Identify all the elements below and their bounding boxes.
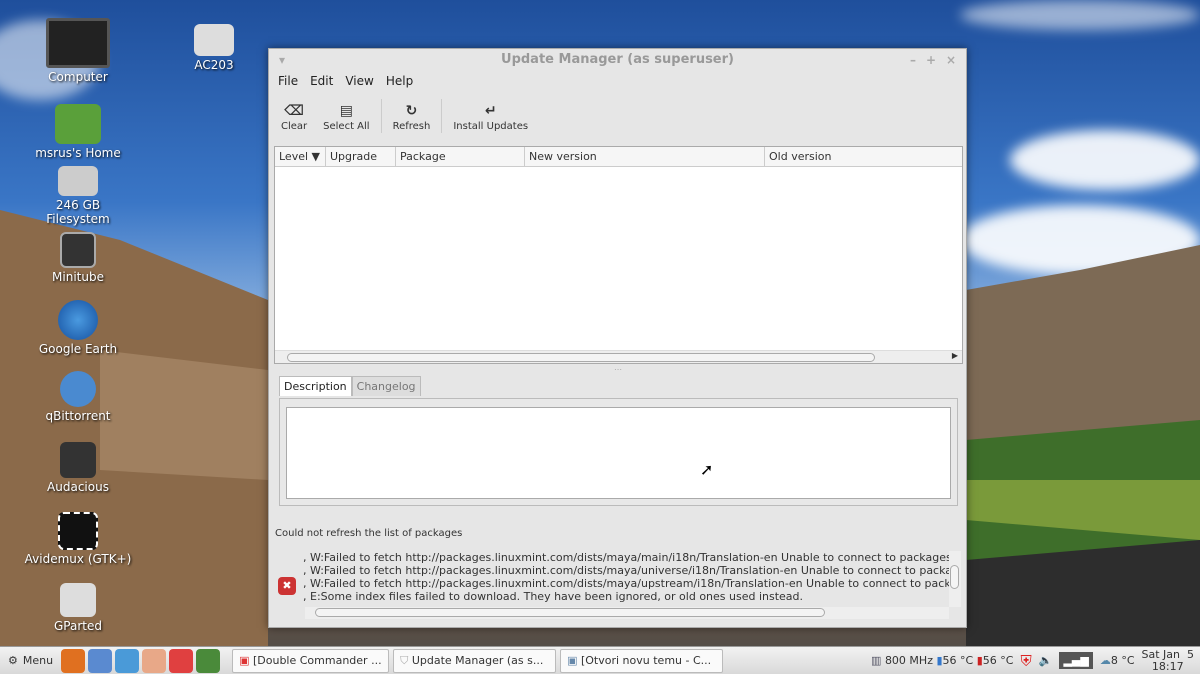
security-warning-icon[interactable]: ⛨ — [1020, 652, 1031, 670]
gparted-icon — [60, 583, 96, 617]
network-icon[interactable]: ▂▄▆ — [1059, 652, 1093, 669]
scroll-right-icon[interactable]: ▶ — [952, 351, 958, 360]
drive-icon — [58, 166, 98, 196]
clear-icon: ⌫ — [284, 102, 304, 119]
column-upgrade[interactable]: Upgrade — [326, 147, 396, 166]
column-package[interactable]: Package — [396, 147, 525, 166]
menu-button[interactable]: ⚙ Menu — [0, 654, 61, 667]
terminal-icon[interactable] — [196, 648, 221, 673]
qbittorrent-icon — [60, 371, 96, 407]
cpu-icon: ▥ — [871, 654, 882, 667]
pane-handle[interactable]: ⋯ — [614, 365, 622, 374]
home-folder-icon — [55, 104, 101, 144]
horizontal-scrollbar[interactable] — [305, 607, 949, 619]
desktop-icon-audacious[interactable]: Audacious — [23, 442, 133, 494]
desktop-icon-home[interactable]: msrus's Home — [23, 104, 133, 160]
window-menu-icon[interactable]: ▾ — [279, 49, 285, 71]
minimize-button[interactable]: – — [910, 49, 916, 71]
error-area: ✖ , W:Failed to fetch http://packages.li… — [275, 551, 961, 621]
toolbar: ⌫ Clear ▤ Select All ↻ Refresh ↵ Install Upd… — [269, 91, 966, 141]
title-bar[interactable]: ▾ Update Manager (as superuser) – + × — [269, 49, 966, 71]
task-browser[interactable]: ▣ [Otvori novu temu - C... — [560, 648, 724, 673]
desktop-icon-minitube[interactable]: Minitube — [23, 232, 133, 284]
audacious-icon — [60, 442, 96, 478]
column-new-version[interactable]: New version — [525, 147, 765, 166]
sort-down-icon: ▼ — [311, 150, 321, 163]
taskbar: ⚙ Menu ▣ [Double Commander ... ⛉ Update M… — [0, 646, 1200, 674]
minitube-icon — [60, 232, 96, 268]
scrollbar-thumb[interactable] — [315, 608, 825, 617]
toolbar-separator — [441, 99, 443, 133]
clock[interactable]: Sat Jan 5 18:17 — [1142, 648, 1200, 673]
desktop-icon-google-earth[interactable]: Google Earth — [23, 300, 133, 356]
refresh-icon: ↻ — [405, 102, 418, 119]
usb-drive-icon — [194, 24, 234, 56]
close-button[interactable]: × — [946, 49, 956, 71]
desktop-icon-filesystem[interactable]: 246 GB Filesystem — [23, 166, 133, 226]
task-update-manager[interactable]: ⛉ Update Manager (as s... — [393, 648, 557, 673]
weather-temperature: 8 °C — [1110, 654, 1135, 667]
description-panel — [279, 398, 958, 506]
horizontal-scrollbar[interactable]: ▶ — [275, 350, 962, 363]
task-double-commander[interactable]: ▣ [Double Commander ... — [232, 648, 390, 673]
list-header: Level ▼ Upgrade Package New version Old … — [275, 147, 962, 167]
volume-icon[interactable]: 🔈 — [1039, 654, 1053, 667]
desktop-icon-ac203[interactable]: AC203 — [159, 24, 269, 72]
tabs: Description Changelog — [279, 376, 421, 396]
menu-file[interactable]: File — [278, 71, 298, 91]
vertical-scrollbar[interactable] — [949, 551, 961, 607]
column-level[interactable]: Level ▼ — [275, 147, 326, 166]
temperature-2: 56 °C — [982, 654, 1014, 667]
temperature-1: 56 °C — [942, 654, 974, 667]
description-text[interactable] — [286, 407, 951, 499]
window-title: Update Manager (as superuser) — [501, 52, 734, 67]
install-icon: ↵ — [484, 102, 497, 119]
desktop-icon-avidemux[interactable]: Avidemux (GTK+) — [23, 512, 133, 566]
column-old-version[interactable]: Old version — [765, 147, 962, 166]
maximize-button[interactable]: + — [926, 49, 936, 71]
menu-edit[interactable]: Edit — [310, 71, 333, 91]
avidemux-icon — [58, 512, 98, 550]
select-all-icon: ▤ — [339, 102, 353, 119]
updates-list[interactable]: Level ▼ Upgrade Package New version Old … — [274, 146, 963, 364]
double-commander-icon[interactable] — [169, 648, 194, 673]
cpu-frequency: 800 MHz — [884, 654, 933, 667]
error-messages[interactable]: , W:Failed to fetch http://packages.linu… — [301, 551, 955, 607]
monitor-icon — [46, 18, 110, 68]
install-updates-button[interactable]: ↵ Install Updates — [445, 101, 536, 132]
weather-icon: ☁ — [1099, 654, 1111, 667]
writer-icon[interactable] — [115, 648, 140, 673]
mouse-cursor-icon: ➚ — [700, 460, 714, 479]
select-all-button[interactable]: ▤ Select All — [315, 101, 377, 132]
scrollbar-thumb[interactable] — [287, 353, 875, 362]
desktop-icon-qbittorrent[interactable]: qBittorrent — [23, 371, 133, 423]
clear-button[interactable]: ⌫ Clear — [273, 101, 315, 132]
tab-description[interactable]: Description — [279, 376, 352, 396]
gear-icon: ⚙ — [8, 654, 18, 667]
tab-changelog[interactable]: Changelog — [351, 376, 421, 396]
desktop-icon-gparted[interactable]: GParted — [23, 583, 133, 633]
browser-icon: ▣ — [567, 653, 578, 667]
menu-view[interactable]: View — [345, 71, 373, 91]
menu-help[interactable]: Help — [386, 71, 413, 91]
launcher-icon[interactable] — [61, 648, 86, 673]
chromium-icon[interactable] — [88, 648, 113, 673]
error-icon: ✖ — [278, 577, 296, 595]
menu-bar: File Edit View Help — [269, 71, 966, 91]
update-manager-window: ▾ Update Manager (as superuser) – + × Fi… — [268, 48, 967, 628]
status-text: Could not refresh the list of packages — [275, 528, 463, 539]
scrollbar-thumb[interactable] — [950, 565, 959, 589]
desktop-icon-computer[interactable]: Computer — [23, 18, 133, 84]
shell-icon[interactable] — [142, 648, 167, 673]
double-commander-icon: ▣ — [239, 653, 250, 667]
shield-icon: ⛉ — [400, 653, 409, 667]
google-earth-icon — [58, 300, 98, 340]
refresh-button[interactable]: ↻ Refresh — [385, 101, 439, 132]
toolbar-separator — [380, 99, 382, 133]
